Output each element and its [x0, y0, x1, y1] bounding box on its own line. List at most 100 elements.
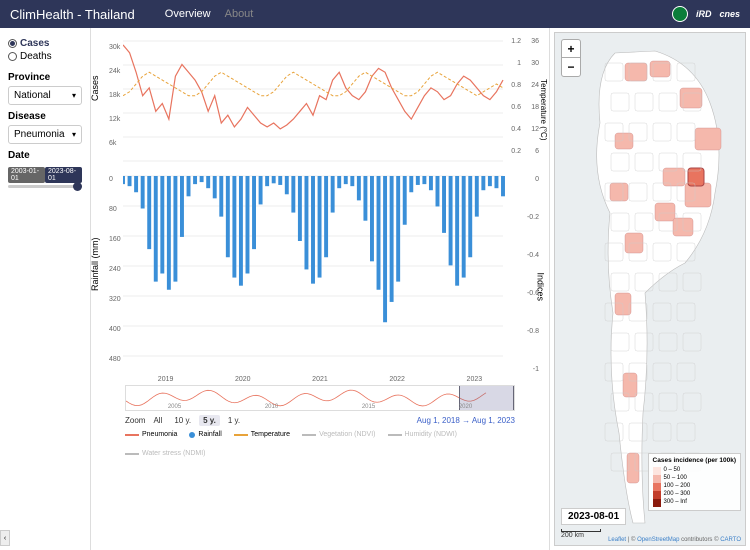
radio-cases-label: Cases [20, 38, 49, 49]
map-legend-swatch [653, 475, 661, 483]
legend-swatch [125, 453, 139, 455]
y3-tick: 30 [531, 60, 539, 67]
chart-legend: Pneumonia Rainfall Temperature Vegetation (… [97, 428, 543, 460]
date-start-badge: 2003-01-01 [8, 167, 45, 183]
y-tick: 18k [109, 92, 120, 99]
yr-tick: 0 [535, 176, 539, 183]
slider-thumb[interactable] [73, 182, 82, 191]
main-layout: Cases Deaths Province National ▾ Disease… [0, 28, 750, 550]
map-legend-swatch [653, 467, 661, 475]
map-legend-row: 50 – 100 [653, 475, 736, 483]
choropleth-map[interactable]: + − Cases incidence (per 100k) 0 – 5050 … [554, 32, 746, 546]
timeseries-chart[interactable] [123, 36, 543, 376]
y-tick: 480 [109, 356, 121, 363]
radio-dot-icon [8, 39, 17, 48]
date-label: Date [8, 150, 82, 161]
x-tick: 2019 [158, 376, 174, 383]
y3-tick: 12 [531, 126, 539, 133]
map-zoom-in-button[interactable]: + [562, 40, 580, 58]
header-nav: Overview About [165, 8, 254, 20]
leaflet-link[interactable]: Leaflet [608, 537, 626, 543]
province-select[interactable]: National ▾ [8, 86, 82, 105]
legend-swatch [388, 434, 402, 436]
legend-swatch [189, 432, 195, 438]
map-zoom-out-button[interactable]: − [562, 58, 580, 76]
legend-item[interactable]: Temperature [234, 431, 290, 438]
map-panel: + − Cases incidence (per 100k) 0 – 5050 … [550, 28, 750, 550]
chart-navigator[interactable]: 2005 2010 2015 2020 [125, 385, 515, 411]
map-scale-bar: 200 km [561, 529, 601, 539]
osm-link[interactable]: OpenStreetMap [637, 537, 679, 543]
disease-label: Disease [8, 111, 82, 122]
radio-deaths[interactable]: Deaths [8, 51, 82, 62]
zoom-5y[interactable]: 5 y. [199, 415, 220, 426]
map-legend-row: 100 – 200 [653, 483, 736, 491]
slider-track[interactable] [8, 185, 82, 188]
y-tick: 400 [109, 326, 121, 333]
legend-label: Water stress (NDMI) [142, 450, 206, 457]
chart-area: Cases Rainfall (mm) Temperature (°C) Ind… [97, 36, 543, 546]
zoom-controls: Zoom All 10 y. 5 y. 1 y. Aug 1, 2018 → A… [97, 413, 543, 428]
legend-item[interactable]: Water stress (NDMI) [125, 450, 206, 457]
nav-tick: 2020 [459, 404, 472, 410]
legend-item[interactable]: Rainfall [189, 431, 221, 438]
y2-tick: 0.6 [511, 104, 521, 111]
date-end-badge: 2023-08-01 [45, 167, 82, 183]
yr-tick: -0.8 [527, 328, 539, 335]
map-legend-label: 50 – 100 [664, 475, 687, 483]
y-axis-rainfall-label: Rainfall (mm) [90, 237, 100, 291]
province-label: Province [8, 72, 82, 83]
date-slider[interactable]: 2003-01-01 2023-08-01 [8, 167, 82, 188]
sidebar-collapse-button[interactable]: ‹ [0, 530, 10, 546]
map-legend-row: 200 – 300 [653, 491, 736, 499]
legend-item[interactable]: Pneumonia [125, 431, 177, 438]
zoom-10y[interactable]: 10 y. [170, 415, 195, 426]
map-attribution: Leaflet | © OpenStreetMap contributors ©… [608, 537, 741, 543]
radio-dot-icon [8, 52, 17, 61]
zoom-1y[interactable]: 1 y. [224, 415, 244, 426]
y3-tick: 36 [531, 38, 539, 45]
y-tick: 12k [109, 116, 120, 123]
yr-tick: -0.6 [527, 290, 539, 297]
app-title: ClimHealth - Thailand [10, 7, 135, 22]
y2-tick: 0.4 [511, 126, 521, 133]
y-tick: 240 [109, 266, 121, 273]
radio-cases[interactable]: Cases [8, 38, 82, 49]
nav-tick: 2010 [265, 404, 278, 410]
nav-about[interactable]: About [225, 8, 254, 20]
x-tick: 2020 [235, 376, 251, 383]
y-tick: 30k [109, 44, 120, 51]
zoom-date-range[interactable]: Aug 1, 2018 → Aug 1, 2023 [417, 416, 515, 425]
disease-value: Pneumonia [14, 129, 65, 140]
nav-tick: 2015 [362, 404, 375, 410]
y-tick: 320 [109, 296, 121, 303]
y2-tick: 1.2 [511, 38, 521, 45]
legend-label: Temperature [251, 431, 290, 438]
y2-tick: 1 [517, 60, 521, 67]
zoom-label: Zoom [125, 416, 145, 425]
map-date-badge: 2023-08-01 [561, 508, 626, 525]
moph-logo-icon [672, 6, 688, 22]
x-tick: 2021 [312, 376, 328, 383]
legend-label: Vegetation (NDVI) [319, 431, 375, 438]
map-legend-swatch [653, 491, 661, 499]
ird-logo: iRD [696, 9, 712, 19]
legend-item[interactable]: Humidity (NDWI) [388, 431, 458, 438]
legend-label: Rainfall [198, 431, 221, 438]
map-legend-swatch [653, 499, 661, 507]
app-header: ClimHealth - Thailand Overview About iRD… [0, 0, 750, 28]
map-legend-swatch [653, 483, 661, 491]
map-zoom-controls: + − [561, 39, 581, 77]
map-legend-label: 200 – 300 [664, 491, 691, 499]
disease-select[interactable]: Pneumonia ▾ [8, 125, 82, 144]
nav-overview[interactable]: Overview [165, 8, 211, 20]
map-legend-row: 0 – 50 [653, 467, 736, 475]
legend-swatch [234, 434, 248, 436]
legend-item[interactable]: Vegetation (NDVI) [302, 431, 375, 438]
map-legend-row: 300 – Inf [653, 499, 736, 507]
chart-panel: Cases Rainfall (mm) Temperature (°C) Ind… [91, 28, 550, 550]
carto-link[interactable]: CARTO [720, 537, 741, 543]
y-tick: 24k [109, 68, 120, 75]
province-value: National [14, 90, 51, 101]
zoom-all[interactable]: All [149, 415, 166, 426]
